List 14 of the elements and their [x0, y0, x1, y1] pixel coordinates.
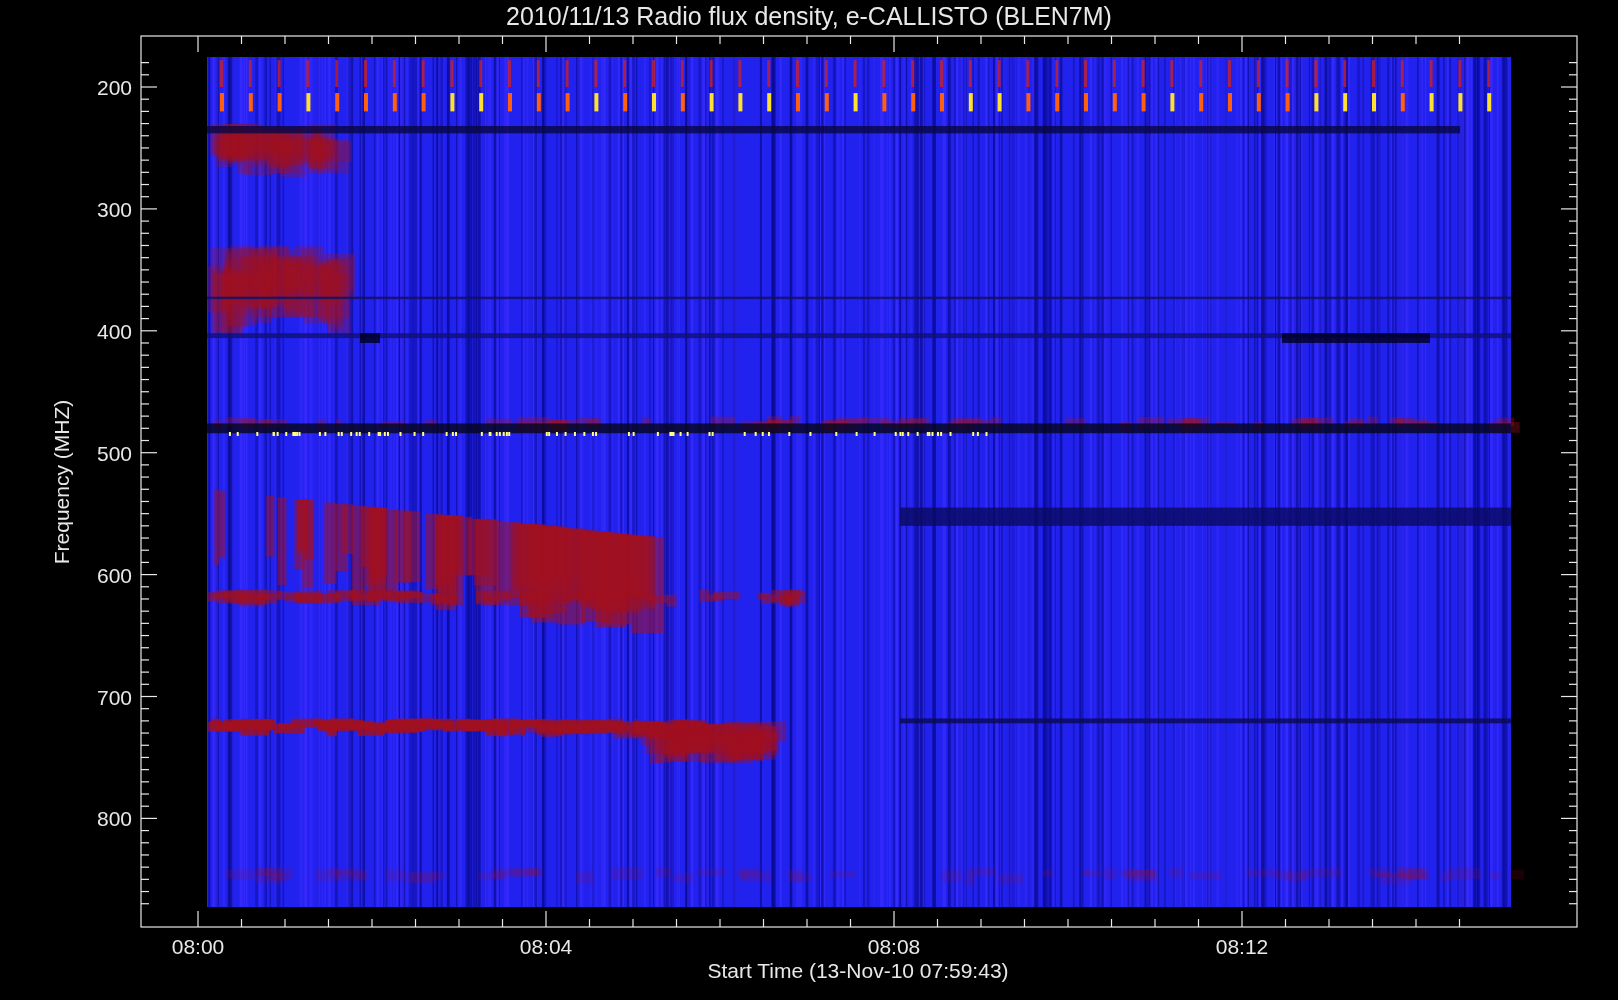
y-axis-label: Frequency (MHZ)	[50, 399, 73, 565]
y-tick-label: 200	[96, 76, 132, 99]
x-tick-label: 08:00	[171, 935, 225, 958]
x-axis-label: Start Time (13-Nov-10 07:59:43)	[707, 959, 1009, 982]
x-tick-label: 08:04	[519, 935, 573, 958]
x-tick-label: 08:08	[867, 935, 921, 958]
x-tick-label: 08:12	[1215, 935, 1269, 958]
y-tick-label: 300	[96, 197, 132, 221]
y-tick-label: 600	[96, 563, 132, 587]
y-tick-label: 500	[96, 441, 132, 465]
y-tick-label: 700	[96, 685, 132, 709]
y-tick-label: 800	[96, 807, 132, 831]
y-tick-label: 400	[96, 319, 132, 343]
chart-title: 2010/11/13 Radio flux density, e-CALLISTO (BLEN7M)	[506, 2, 1112, 30]
